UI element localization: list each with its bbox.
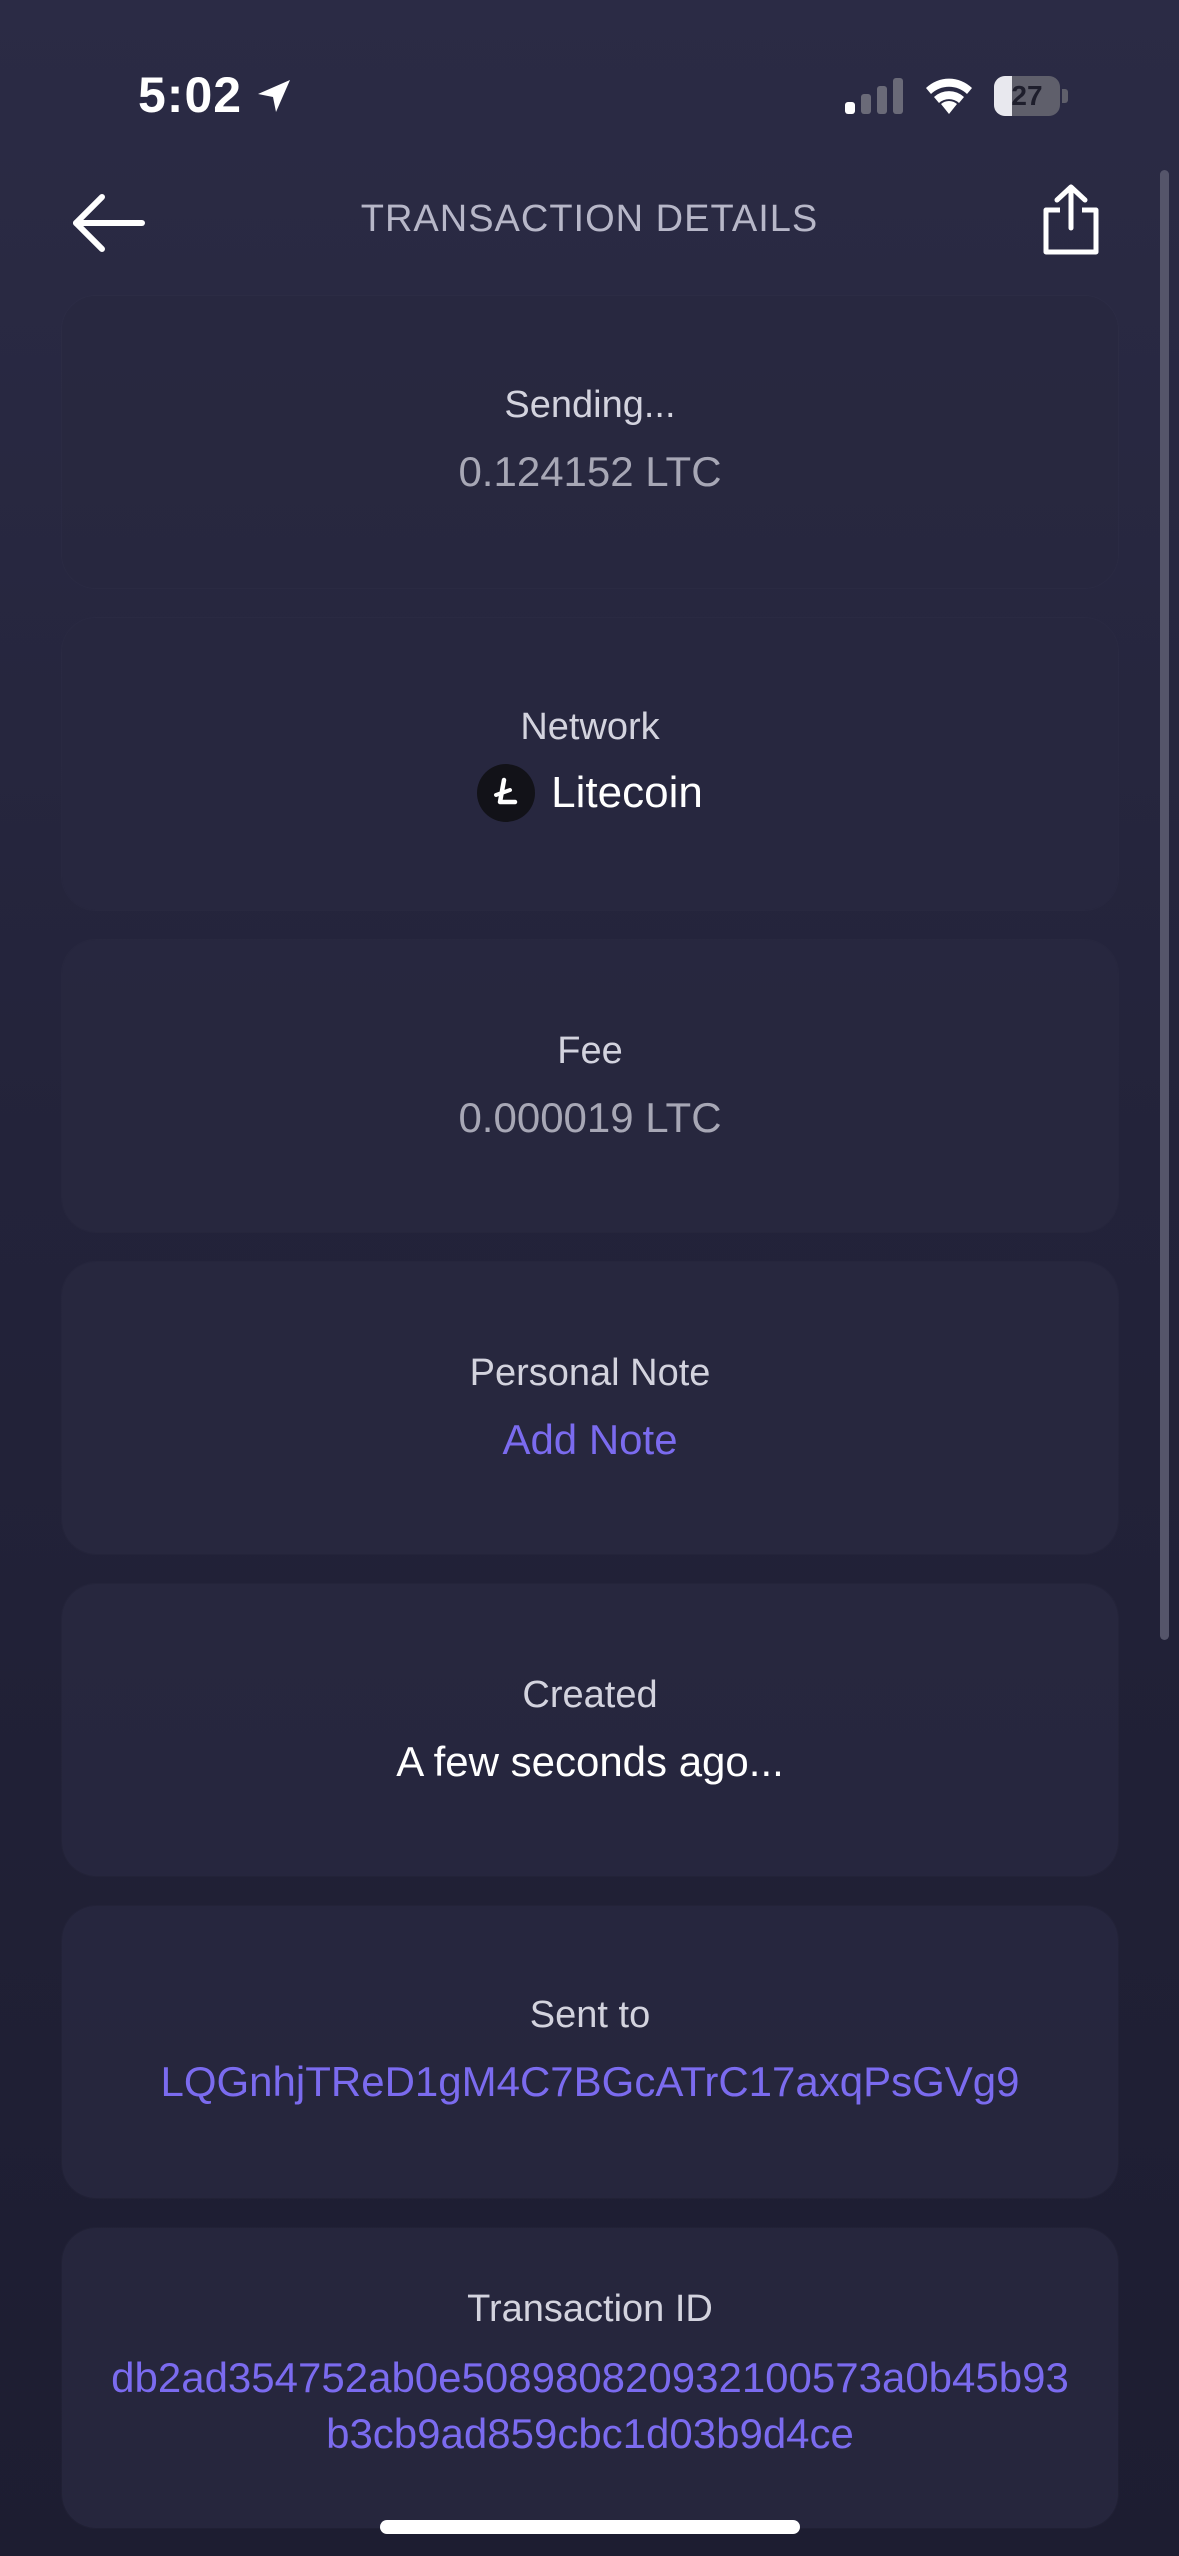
fee-card: Fee 0.000019 LTC [62, 940, 1118, 1232]
sent-to-label: Sent to [529, 1994, 651, 2036]
scrollbar[interactable] [1160, 170, 1169, 1640]
battery-level: 27 [1011, 80, 1043, 111]
wifi-icon [926, 78, 972, 114]
add-note-button[interactable]: Add Note [62, 1416, 1118, 1464]
created-value: A few seconds ago... [396, 1738, 784, 1785]
network-card: Network Litecoin [62, 618, 1118, 910]
cellular-signal-icon [845, 78, 903, 114]
litecoin-icon [477, 764, 536, 822]
battery-cap [1062, 89, 1068, 103]
created-card: Created A few seconds ago... [62, 1584, 1118, 1876]
network-label: Network [520, 706, 660, 748]
status-time: 5:02 [138, 67, 243, 123]
transaction-id-card: Transaction ID db2ad354752ab0e5089808209… [62, 2228, 1118, 2528]
battery-icon: 27 [994, 76, 1070, 116]
location-arrow-icon [258, 80, 290, 112]
home-indicator[interactable] [380, 2520, 800, 2534]
page-title: TRANSACTION DETAILS [360, 198, 819, 240]
fee-value: 0.000019 LTC [458, 1094, 722, 1141]
recipient-address-link[interactable]: LQGnhjTReD1gM4C7BGcATrC17axqPsGVg9 [62, 2058, 1118, 2106]
transaction-id-label: Transaction ID [467, 2288, 713, 2330]
status-bar: 5:02 27 [0, 0, 1179, 190]
note-card: Personal Note Add Note [62, 1262, 1118, 1554]
amount-value: 0.124152 LTC [458, 448, 722, 495]
network-row: Litecoin [62, 764, 1118, 822]
fee-label: Fee [557, 1030, 623, 1072]
sent-to-card: Sent to LQGnhjTReD1gM4C7BGcATrC17axqPsGV… [62, 1906, 1118, 2198]
amount-card: Sending... 0.124152 LTC [62, 296, 1118, 588]
share-icon[interactable] [1040, 184, 1102, 256]
network-name: Litecoin [551, 768, 703, 817]
created-label: Created [522, 1674, 658, 1716]
status-label: Sending... [504, 384, 676, 426]
transaction-id-link[interactable]: db2ad354752ab0e508980820932100573a0b45b9… [102, 2350, 1078, 2462]
note-label: Personal Note [469, 1352, 711, 1394]
battery-body: 27 [994, 76, 1060, 116]
